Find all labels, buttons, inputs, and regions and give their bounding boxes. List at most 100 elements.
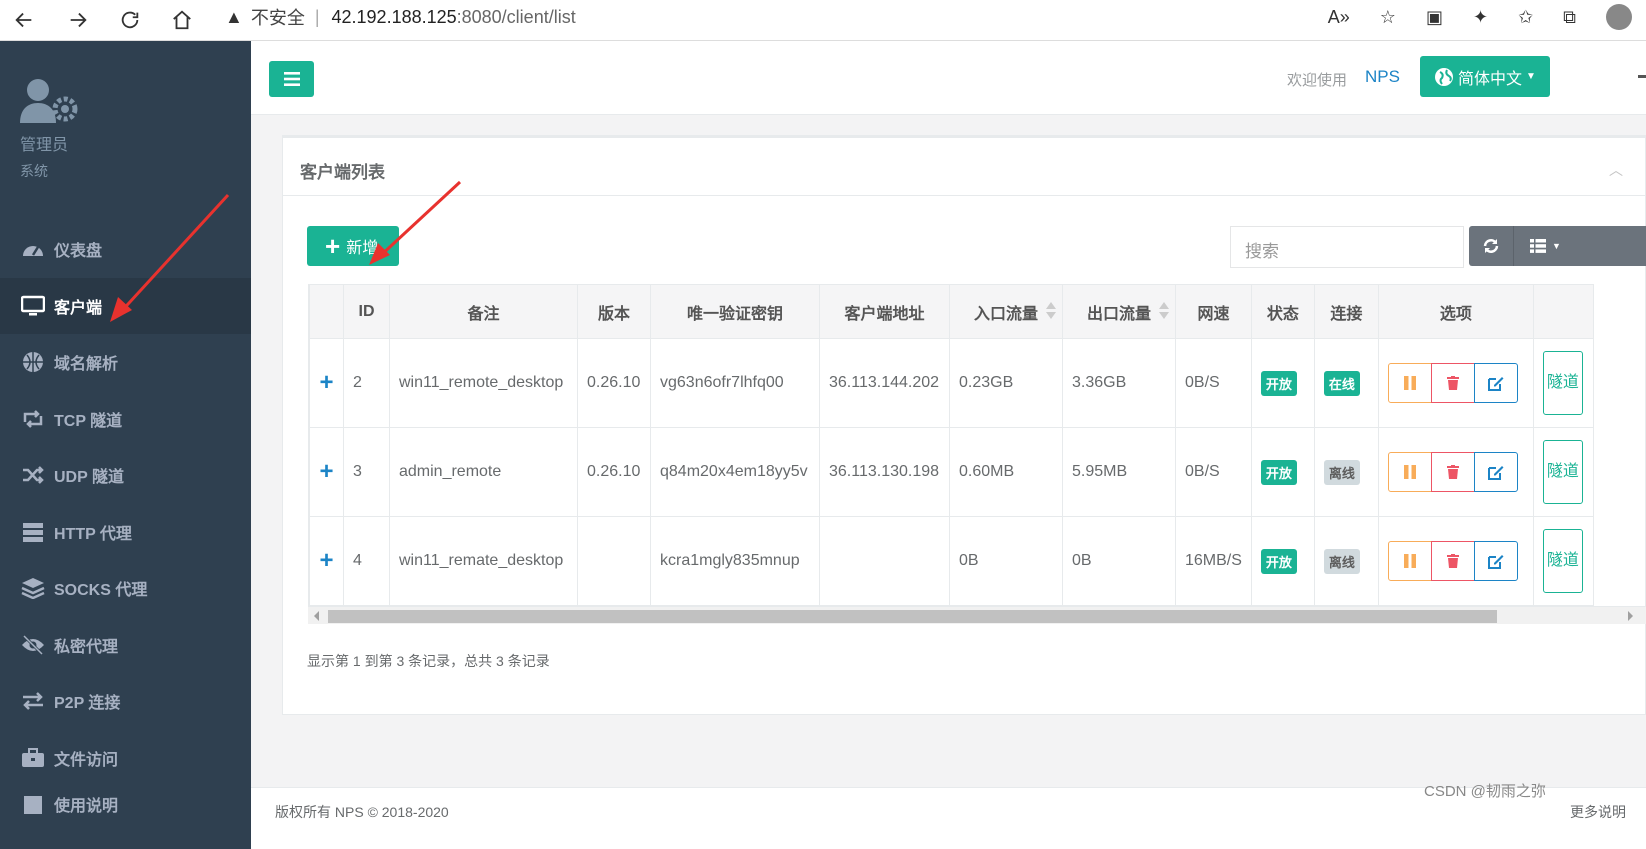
scroll-right-icon[interactable] bbox=[1628, 611, 1633, 621]
delete-button[interactable] bbox=[1430, 541, 1475, 581]
edit-button[interactable] bbox=[1473, 363, 1518, 403]
read-aloud-icon[interactable]: A» bbox=[1328, 7, 1350, 28]
collections-icon[interactable]: ⧉ bbox=[1563, 7, 1576, 28]
forward-icon[interactable] bbox=[62, 4, 94, 36]
favorite-add-icon[interactable]: ☆ bbox=[1380, 7, 1396, 28]
top-navbar: 欢迎使用 NPS 简体中文 ▼ bbox=[251, 41, 1646, 115]
header-id[interactable]: ID bbox=[343, 284, 390, 339]
cell-in-traffic: 0B bbox=[949, 516, 1063, 606]
user-gear-icon bbox=[20, 77, 82, 125]
sort-icon bbox=[1046, 302, 1056, 322]
header-remark[interactable]: 备注 bbox=[389, 284, 578, 339]
sidebar-item-domain[interactable]: 域名解析 bbox=[0, 334, 251, 391]
scroll-thumb[interactable] bbox=[328, 610, 1497, 623]
search-input[interactable]: 搜索 bbox=[1230, 226, 1464, 268]
trash-icon bbox=[1446, 554, 1459, 568]
sidebar: 管理员 系统 仪表盘 客户端 域名解析 TCP 隧道 UDP 隧道 HTTP 代… bbox=[0, 41, 251, 849]
briefcase-icon bbox=[20, 747, 46, 769]
sidebar-item-label: SOCKS 代理 bbox=[54, 582, 148, 600]
extension-icon[interactable]: ▣ bbox=[1426, 7, 1443, 28]
columns-dropdown-button[interactable]: ▼ bbox=[1513, 226, 1577, 266]
sidebar-item-tcp[interactable]: TCP 隧道 bbox=[0, 391, 251, 448]
globe-icon bbox=[20, 351, 46, 373]
caret-down-icon: ▼ bbox=[1552, 241, 1561, 251]
edit-button[interactable] bbox=[1473, 541, 1518, 581]
cell-id: 2 bbox=[343, 338, 390, 428]
header-in-traffic[interactable]: 入口流量 bbox=[949, 284, 1063, 339]
pause-button[interactable] bbox=[1387, 363, 1432, 403]
table-row: + 4 win11_remate_desktop kcra1mgly835mnu… bbox=[309, 516, 1594, 606]
sidebar-item-help[interactable]: 使用说明 bbox=[0, 786, 251, 816]
refresh-button[interactable] bbox=[1469, 226, 1513, 266]
cell-speed: 0B/S bbox=[1175, 427, 1252, 517]
delete-button[interactable] bbox=[1430, 363, 1475, 403]
sidebar-item-udp[interactable]: UDP 隧道 bbox=[0, 447, 251, 504]
trash-icon bbox=[1446, 376, 1459, 390]
cell-connection: 在线 bbox=[1313, 338, 1379, 428]
puzzle-icon[interactable]: ✦ bbox=[1473, 7, 1488, 28]
back-icon[interactable] bbox=[8, 4, 40, 36]
cell-status: 开放 bbox=[1250, 338, 1315, 428]
favorites-icon[interactable]: ✩ bbox=[1518, 7, 1533, 28]
expand-row-icon[interactable]: + bbox=[309, 427, 344, 517]
status-badge: 开放 bbox=[1260, 370, 1297, 396]
header-key[interactable]: 唯一验证密钥 bbox=[650, 284, 820, 339]
header-version[interactable]: 版本 bbox=[577, 284, 651, 339]
sidebar-item-http[interactable]: HTTP 代理 bbox=[0, 504, 251, 561]
header-status[interactable]: 状态 bbox=[1250, 284, 1315, 339]
server-icon bbox=[20, 521, 46, 543]
cell-version bbox=[577, 516, 651, 606]
tunnel-button[interactable]: 隧道 bbox=[1542, 440, 1583, 504]
caret-down-icon: ▼ bbox=[1526, 71, 1536, 82]
layers-icon bbox=[20, 577, 46, 600]
sidebar-item-dashboard[interactable]: 仪表盘 bbox=[0, 221, 251, 278]
header-address[interactable]: 客户端地址 bbox=[819, 284, 950, 339]
globe-icon bbox=[1435, 67, 1454, 86]
header-out-traffic[interactable]: 出口流量 bbox=[1062, 284, 1176, 339]
address-separator: | bbox=[314, 6, 320, 27]
tunnel-button[interactable]: 隧道 bbox=[1542, 529, 1583, 593]
brand-link[interactable]: NPS bbox=[1365, 67, 1400, 87]
url-host: 42.192.188.125 bbox=[331, 6, 457, 27]
delete-button[interactable] bbox=[1430, 452, 1475, 492]
home-icon[interactable] bbox=[166, 4, 198, 36]
expand-row-icon[interactable]: + bbox=[309, 338, 344, 428]
horizontal-scrollbar[interactable] bbox=[308, 606, 1646, 624]
cell-speed: 0B/S bbox=[1175, 338, 1252, 428]
pause-icon bbox=[1403, 376, 1416, 390]
footer-more-link[interactable]: 更多说明 bbox=[1570, 802, 1626, 822]
sidebar-item-label: 客户端 bbox=[54, 299, 103, 317]
client-table-wrapper: ID 备注 版本 唯一验证密钥 客户端地址 入口流量 出口流量 网速 状态 连接… bbox=[308, 284, 1646, 606]
sidebar-item-socks[interactable]: SOCKS 代理 bbox=[0, 560, 251, 617]
chevron-up-icon[interactable]: ︿ bbox=[1609, 160, 1623, 180]
add-client-button[interactable]: + 新增 bbox=[307, 226, 399, 266]
sidebar-item-private[interactable]: 私密代理 bbox=[0, 617, 251, 674]
scroll-left-icon[interactable] bbox=[314, 611, 319, 621]
tunnel-label: 隧道 bbox=[1546, 373, 1579, 391]
cell-address bbox=[819, 516, 950, 606]
header-connection[interactable]: 连接 bbox=[1313, 284, 1379, 339]
tunnel-label: 隧道 bbox=[1546, 462, 1579, 480]
pause-button[interactable] bbox=[1387, 452, 1432, 492]
language-dropdown[interactable]: 简体中文 ▼ bbox=[1420, 56, 1550, 97]
dashboard-icon bbox=[20, 238, 46, 260]
pause-button[interactable] bbox=[1387, 541, 1432, 581]
address-bar[interactable]: ▲ 不安全 | 42.192.188.125 :8080/client/list bbox=[225, 0, 576, 34]
expand-row-icon[interactable]: + bbox=[309, 516, 344, 606]
tunnel-button[interactable]: 隧道 bbox=[1542, 351, 1583, 415]
menu-toggle-button[interactable] bbox=[269, 61, 314, 97]
edit-button[interactable] bbox=[1473, 452, 1518, 492]
warning-icon: ▲ bbox=[225, 6, 243, 27]
header-speed[interactable]: 网速 bbox=[1175, 284, 1252, 339]
sidebar-item-file[interactable]: 文件访问 bbox=[0, 730, 251, 787]
sidebar-item-p2p[interactable]: P2P 连接 bbox=[0, 673, 251, 730]
cell-remark: win11_remote_desktop bbox=[389, 338, 578, 428]
sidebar-item-clients[interactable]: 客户端 bbox=[0, 277, 251, 334]
panel-title: 客户端列表 bbox=[283, 138, 1645, 196]
profile-block: 管理员 系统 bbox=[0, 41, 251, 221]
retweet-icon bbox=[20, 408, 46, 430]
profile-avatar-icon[interactable] bbox=[1606, 4, 1632, 30]
table-toolbar: ▼ bbox=[1469, 226, 1646, 266]
header-expand bbox=[309, 284, 344, 339]
reload-icon[interactable] bbox=[114, 4, 146, 36]
